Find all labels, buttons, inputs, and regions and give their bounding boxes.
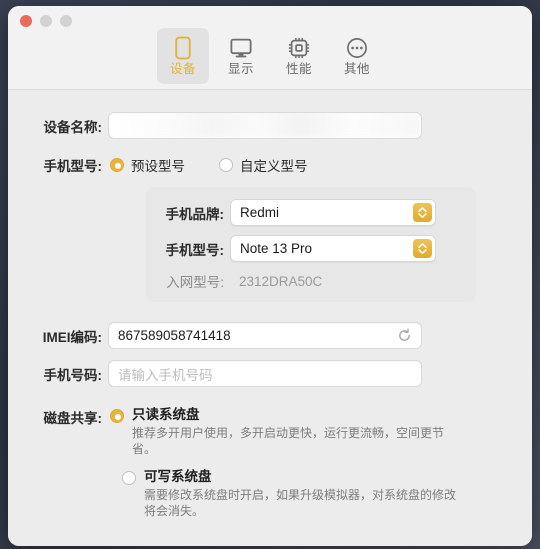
radio-writable-disk-title: 可写系统盘	[144, 469, 212, 484]
phone-number-placeholder: 请输入手机号码	[118, 367, 213, 383]
radio-preset-model-indicator	[110, 158, 124, 172]
window-titlebar: 设备 显示 性能 其他	[8, 6, 532, 90]
model-mode-label: 手机型号:	[43, 159, 103, 174]
imei-label: IMEI编码:	[42, 329, 102, 345]
chevron-updown-icon[interactable]	[413, 203, 432, 222]
radio-preset-model[interactable]: 预设型号	[110, 155, 185, 175]
device-name-row: 设备名称:	[8, 112, 532, 139]
phone-icon	[174, 36, 192, 60]
radio-writable-disk-description: 需要修改系统盘时开启，如果升级模拟器，对系统盘的修改将会消失。	[144, 488, 457, 518]
phone-number-label: 手机号码:	[43, 367, 103, 383]
radio-readonly-disk-description: 推荐多开用户使用，多开启动更快，运行更流畅，空间更节省。	[132, 426, 445, 456]
tab-performance-label: 性能	[285, 62, 312, 77]
preset-model-group: 手机品牌: Redmi 手机型号: Note 13 Pro 入网型号: 2312…	[146, 187, 476, 302]
radio-readonly-disk-indicator	[110, 409, 124, 423]
brand-row: 手机品牌: Redmi	[146, 199, 462, 226]
radio-readonly-disk-title: 只读系统盘	[132, 407, 200, 422]
maximize-button[interactable]	[60, 15, 72, 27]
brand-select[interactable]: Redmi	[230, 199, 436, 226]
tab-other[interactable]: 其他	[331, 28, 383, 84]
cpu-chip-icon	[287, 36, 311, 60]
ellipsis-circle-icon	[345, 36, 369, 60]
network-model-label: 入网型号:	[166, 275, 224, 290]
model-label: 手机型号:	[165, 242, 225, 258]
imei-input[interactable]: 867589058741418	[108, 322, 422, 349]
tab-display[interactable]: 显示	[215, 28, 267, 84]
tab-device[interactable]: 设备	[157, 28, 209, 84]
disk-sharing-label: 磁盘共享:	[43, 411, 103, 426]
device-name-input[interactable]	[108, 112, 422, 139]
window-controls	[20, 15, 72, 27]
imei-row: IMEI编码: 867589058741418	[8, 322, 532, 349]
device-name-label: 设备名称:	[43, 119, 103, 135]
app-window: 设备 显示 性能 其他 设备名称: 手机型号: 预设型号 自定义型号 手机品牌:…	[8, 6, 532, 546]
radio-custom-model-indicator	[219, 158, 233, 172]
phone-number-row: 手机号码: 请输入手机号码	[8, 360, 532, 387]
tab-display-label: 显示	[227, 62, 254, 77]
radio-readonly-disk[interactable]: 只读系统盘 推荐多开用户使用，多开启动更快，运行更流畅，空间更节省。	[110, 406, 450, 457]
tab-device-label: 设备	[169, 62, 196, 77]
disk-sharing-row: 磁盘共享: 只读系统盘 推荐多开用户使用，多开启动更快，运行更流畅，空间更节省。	[22, 406, 532, 457]
close-button[interactable]	[20, 15, 32, 27]
radio-writable-disk[interactable]: 可写系统盘 需要修改系统盘时开启，如果升级模拟器，对系统盘的修改将会消失。	[122, 468, 532, 519]
network-model-row: 入网型号: 2312DRA50C	[146, 271, 462, 291]
refresh-icon[interactable]	[396, 328, 412, 344]
device-settings-panel: 设备名称: 手机型号: 预设型号 自定义型号 手机品牌: Redmi 手机型号:…	[8, 90, 532, 546]
brand-value: Redmi	[240, 205, 280, 220]
model-select[interactable]: Note 13 Pro	[230, 235, 436, 262]
tab-other-label: 其他	[343, 62, 370, 77]
radio-writable-disk-indicator	[122, 471, 136, 485]
toolbar-tabs: 设备 显示 性能 其他	[8, 28, 532, 84]
radio-preset-model-label: 预设型号	[131, 159, 185, 174]
imei-value: 867589058741418	[118, 328, 231, 343]
minimize-button[interactable]	[40, 15, 52, 27]
disk-sharing-section: 磁盘共享: 只读系统盘 推荐多开用户使用，多开启动更快，运行更流畅，空间更节省。…	[8, 406, 532, 519]
chevron-updown-icon[interactable]	[413, 239, 432, 258]
radio-custom-model-label: 自定义型号	[240, 159, 308, 174]
brand-label: 手机品牌:	[165, 206, 225, 222]
redacted-overlay	[109, 113, 421, 138]
network-model-value: 2312DRA50C	[239, 273, 323, 289]
phone-number-input[interactable]: 请输入手机号码	[108, 360, 422, 387]
model-value: Note 13 Pro	[240, 241, 313, 256]
monitor-icon	[229, 36, 253, 60]
model-mode-row: 手机型号: 预设型号 自定义型号	[8, 155, 532, 175]
radio-custom-model[interactable]: 自定义型号	[219, 155, 308, 175]
tab-performance[interactable]: 性能	[273, 28, 325, 84]
model-row: 手机型号: Note 13 Pro	[146, 235, 462, 262]
